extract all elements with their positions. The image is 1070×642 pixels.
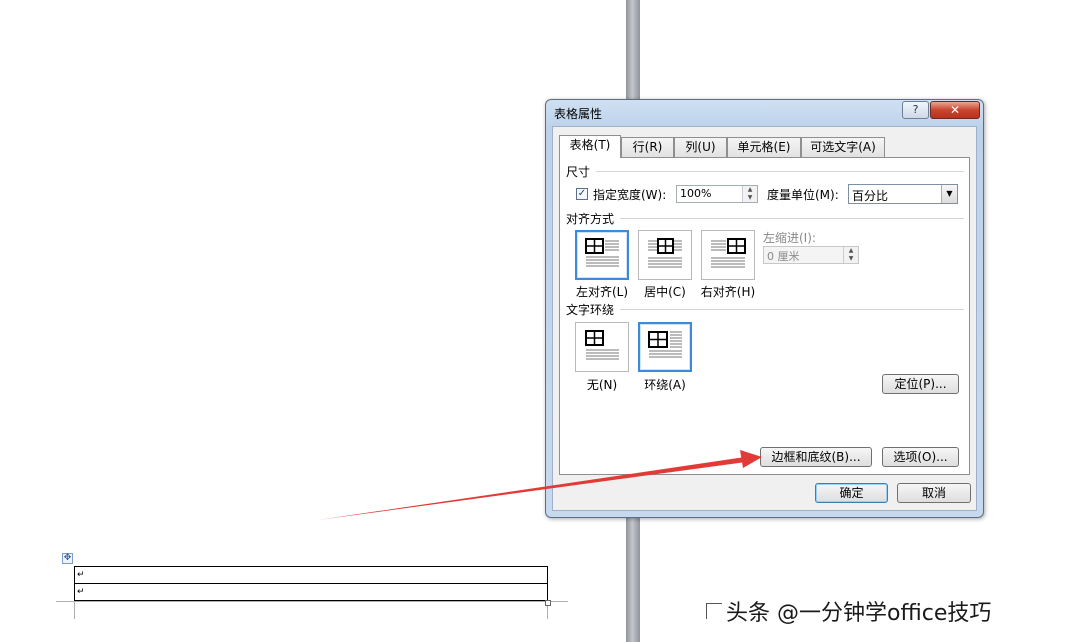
table-move-handle-icon[interactable]: ✥	[62, 553, 73, 564]
text-wrapping-section-label: 文字环绕	[566, 303, 615, 317]
width-value-spinner[interactable]: 100% ▲ ▼	[676, 185, 758, 203]
align-center-icon	[648, 238, 682, 268]
align-left-icon	[585, 238, 619, 267]
wrap-none-label: 无(N)	[586, 378, 618, 392]
table-properties-dialog: 表格属性 ? ✕ 表格(T) 行(R) 列(U) 单元格(E) 可选文字(A) …	[545, 99, 984, 518]
text-cursor	[706, 603, 722, 604]
align-left-option[interactable]	[575, 230, 629, 280]
dialog-titlebar[interactable]: 表格属性 ? ✕	[546, 100, 983, 126]
text-cursor	[706, 603, 707, 619]
align-center-option[interactable]	[638, 230, 692, 280]
table-cell[interactable]: ↵	[74, 583, 548, 601]
dialog-title: 表格属性	[554, 107, 603, 121]
section-divider	[620, 309, 964, 310]
indent-value: 0 厘米	[767, 250, 800, 263]
indent-from-left-spinner[interactable]: 0 厘米 ▲ ▼	[763, 246, 859, 264]
alignment-section-label: 对齐方式	[566, 212, 615, 226]
close-button[interactable]: ✕	[930, 101, 980, 119]
tab-alt-text[interactable]: 可选文字(A)	[801, 137, 885, 157]
table-guide-line	[74, 601, 75, 619]
size-section-label: 尺寸	[566, 165, 591, 179]
wrap-around-option[interactable]	[638, 322, 692, 372]
cancel-button[interactable]: 取消	[897, 483, 971, 503]
indent-from-left-label: 左缩进(I):	[763, 231, 816, 245]
align-left-label: 左对齐(L)	[575, 285, 629, 299]
tab-column[interactable]: 列(U)	[674, 137, 727, 157]
document-table[interactable]: ↵ ↵	[74, 566, 548, 601]
tab-table[interactable]: 表格(T)	[559, 135, 621, 158]
borders-and-shading-button[interactable]: 边框和底纹(B)...	[760, 447, 872, 467]
width-value: 100%	[680, 187, 712, 200]
table-row: ↵	[74, 566, 548, 584]
dialog-client-area: 表格(T) 行(R) 列(U) 单元格(E) 可选文字(A) 尺寸 ✓ 指定宽度…	[552, 126, 977, 511]
wrap-around-label: 环绕(A)	[644, 378, 686, 392]
measure-in-select[interactable]: 百分比 ▼	[848, 184, 958, 204]
align-right-label: 右对齐(H)	[700, 285, 756, 299]
wrap-around-icon	[648, 331, 682, 358]
measure-in-label: 度量单位(M):	[767, 188, 839, 202]
help-button[interactable]: ?	[902, 101, 929, 119]
table-cell[interactable]: ↵	[74, 566, 548, 584]
table-guide-line	[56, 601, 568, 602]
watermark-text: 头条 @一分钟学office技巧	[726, 601, 992, 626]
measure-in-value: 百分比	[852, 189, 889, 203]
align-center-label: 居中(C)	[644, 285, 686, 299]
spinner-arrows-icon[interactable]: ▲ ▼	[843, 247, 858, 263]
options-button[interactable]: 选项(O)...	[882, 447, 959, 467]
tab-panel-table: 尺寸 ✓ 指定宽度(W): 100% ▲ ▼ 度量单位(M): 百分比 ▼ 对齐方…	[559, 157, 970, 475]
wrap-none-option[interactable]	[575, 322, 629, 372]
section-divider	[620, 218, 964, 219]
align-right-option[interactable]	[701, 230, 755, 280]
table-resize-handle[interactable]	[545, 600, 551, 606]
spinner-arrows-icon[interactable]: ▲ ▼	[742, 186, 757, 202]
preferred-width-label: 指定宽度(W):	[593, 188, 667, 202]
ok-button[interactable]: 确定	[815, 483, 888, 503]
preferred-width-checkbox[interactable]: ✓	[576, 188, 588, 200]
table-row: ↵	[74, 583, 548, 601]
wrap-none-icon	[585, 330, 619, 360]
tab-cell[interactable]: 单元格(E)	[727, 137, 801, 157]
chevron-down-icon[interactable]: ▼	[941, 185, 957, 203]
align-right-icon	[711, 238, 746, 268]
section-divider	[596, 171, 964, 172]
positioning-button[interactable]: 定位(P)...	[882, 374, 959, 394]
tab-row[interactable]: 行(R)	[621, 137, 674, 157]
